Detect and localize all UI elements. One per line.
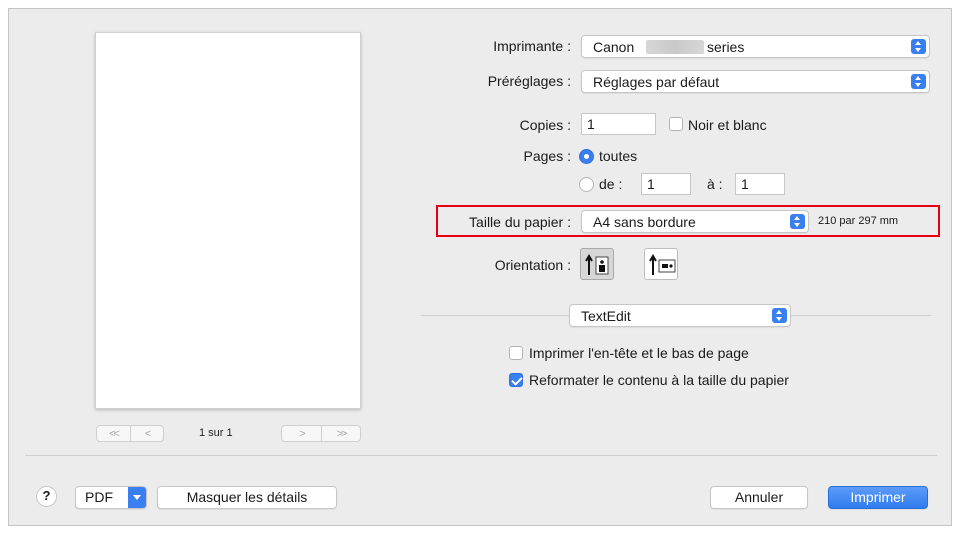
- bw-checkbox[interactable]: [669, 117, 683, 131]
- printer-label: Imprimante :: [493, 38, 571, 54]
- header-footer-label: Imprimer l'en-tête et le bas de page: [529, 345, 749, 361]
- pages-to-input[interactable]: 1: [735, 173, 785, 195]
- pages-range-radio[interactable]: [579, 177, 594, 192]
- printer-popup[interactable]: Canon series: [581, 35, 930, 58]
- chevron-updown-icon: [911, 74, 926, 89]
- printer-name-prefix: Canon: [593, 39, 635, 55]
- hide-details-button[interactable]: Masquer les détails: [157, 486, 337, 509]
- orientation-portrait-button[interactable]: [580, 248, 614, 280]
- pages-all-label: toutes: [599, 148, 638, 164]
- printer-name-suffix: series: [707, 39, 745, 55]
- pages-from-input[interactable]: 1: [641, 173, 691, 195]
- landscape-orientation-icon: [649, 254, 676, 275]
- pages-from-label: de :: [599, 176, 623, 192]
- footer-divider: [25, 455, 937, 456]
- page-preview: [95, 32, 361, 409]
- header-footer-checkbox[interactable]: [509, 346, 523, 360]
- paper-size-dimensions: 210 par 297 mm: [818, 215, 899, 227]
- rewrap-checkbox[interactable]: [509, 373, 523, 387]
- chevron-updown-icon: [772, 308, 787, 323]
- portrait-orientation-icon: [585, 254, 609, 275]
- print-button[interactable]: Imprimer: [828, 486, 928, 509]
- pages-label: Pages :: [523, 148, 571, 164]
- presets-value: Réglages par défaut: [593, 74, 720, 90]
- orientation-landscape-button[interactable]: [644, 248, 678, 280]
- bw-label: Noir et blanc: [688, 117, 767, 133]
- copies-label: Copies :: [519, 117, 571, 133]
- chevron-down-icon: [128, 487, 146, 508]
- pages-all-radio[interactable]: [579, 149, 594, 164]
- presets-label: Préréglages :: [487, 73, 571, 89]
- last-page-button[interactable]: >>: [320, 426, 360, 441]
- page-count: 1 sur 1: [199, 427, 233, 439]
- previous-page-button[interactable]: <: [130, 426, 163, 441]
- pages-to-label: à :: [707, 176, 723, 192]
- redacted-model: [646, 40, 704, 54]
- print-dialog: << < 1 sur 1 > >> Imprimante : Canon ser…: [8, 8, 952, 526]
- chevron-updown-icon: [911, 39, 926, 54]
- rewrap-label: Reformater le contenu à la taille du pap…: [529, 372, 789, 388]
- copies-input[interactable]: 1: [581, 113, 656, 135]
- preview-nav-back-group: << <: [96, 425, 164, 442]
- paper-size-value: A4 sans bordure: [593, 214, 696, 230]
- help-button[interactable]: ?: [36, 486, 57, 507]
- paper-size-popup[interactable]: A4 sans bordure: [581, 210, 809, 233]
- section-divider: [791, 315, 931, 316]
- paper-size-label: Taille du papier :: [469, 214, 571, 230]
- next-page-button[interactable]: >: [282, 426, 321, 441]
- section-divider: [421, 315, 569, 316]
- chevron-updown-icon: [790, 214, 805, 229]
- pdf-menu-button[interactable]: PDF: [75, 486, 147, 509]
- first-page-button[interactable]: <<: [97, 426, 130, 441]
- pdf-label: PDF: [85, 489, 113, 505]
- orientation-label: Orientation :: [494, 257, 571, 273]
- cancel-button[interactable]: Annuler: [710, 486, 808, 509]
- preview-nav-forward-group: > >>: [281, 425, 361, 442]
- app-options-popup[interactable]: TextEdit: [569, 304, 791, 327]
- app-options-value: TextEdit: [581, 308, 631, 324]
- presets-popup[interactable]: Réglages par défaut: [581, 70, 930, 93]
